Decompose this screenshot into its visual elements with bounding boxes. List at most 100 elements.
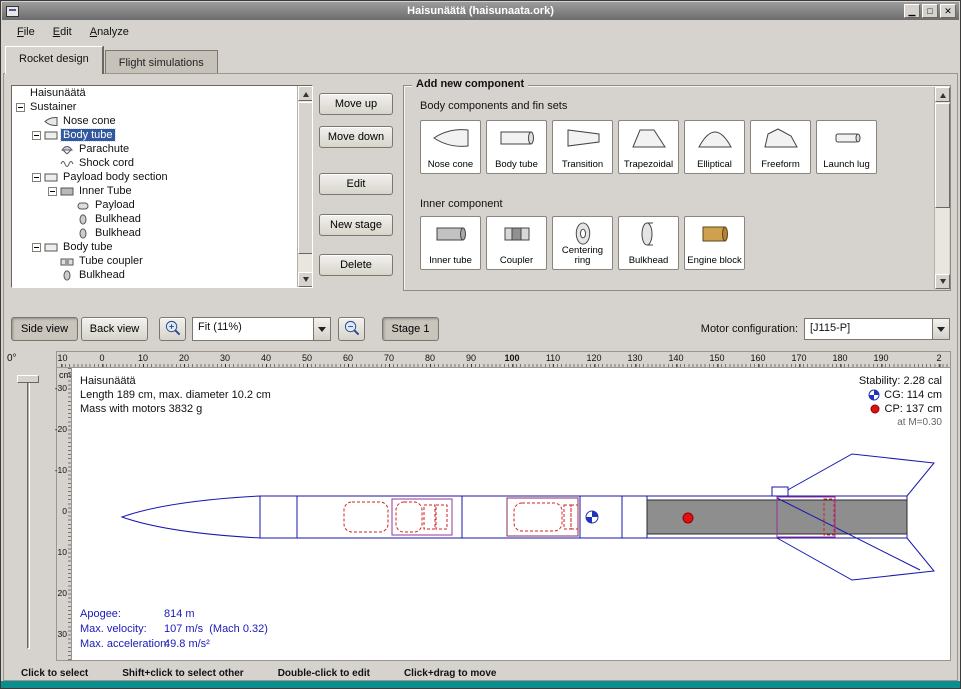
- move-down-button[interactable]: Move down: [319, 126, 393, 148]
- add-coupler-button[interactable]: Coupler: [486, 216, 547, 270]
- tree-scrollbar[interactable]: [297, 86, 312, 287]
- collapse-toggle-icon[interactable]: [16, 103, 25, 112]
- cg-value: CG: 114 cm: [884, 388, 942, 402]
- tree-node-bulkhead[interactable]: Bulkhead: [12, 212, 312, 226]
- add-launch-lug-button[interactable]: Launch lug: [816, 120, 877, 174]
- menu-analyze[interactable]: Analyze: [81, 22, 138, 42]
- scroll-up-icon[interactable]: [298, 86, 313, 101]
- zoom-out-button[interactable]: [338, 317, 365, 341]
- delete-button[interactable]: Delete: [319, 254, 393, 276]
- tree-node-rocket[interactable]: Haisunäätä: [12, 86, 312, 100]
- add-trapezoidal-fin-button[interactable]: Trapezoidal: [618, 120, 679, 174]
- rocket-mass: Mass with motors 3832 g: [80, 402, 271, 416]
- shock-cord-icon: [60, 158, 74, 169]
- tree-node-body-tube-2[interactable]: Body tube: [12, 240, 312, 254]
- edit-button[interactable]: Edit: [319, 173, 393, 195]
- tree-node-payload-body-section[interactable]: Payload body section: [12, 170, 312, 184]
- motor-configuration-label: Motor configuration:: [701, 323, 798, 335]
- hint-click-drag: Click+drag to move: [404, 668, 497, 679]
- add-engine-block-button[interactable]: Engine block: [684, 216, 745, 270]
- freeform-fin-icon: [761, 125, 801, 151]
- payload-icon: [76, 200, 90, 211]
- inner-component-label: Inner component: [420, 198, 503, 210]
- scroll-thumb[interactable]: [298, 102, 313, 254]
- rotation-slider-track[interactable]: [27, 375, 30, 649]
- stability-value: Stability: 2.28 cal: [859, 374, 942, 388]
- body-components-label: Body components and fin sets: [420, 100, 567, 112]
- add-nose-cone-button[interactable]: Nose cone: [420, 120, 481, 174]
- stage1-toggle[interactable]: Stage 1: [382, 317, 439, 341]
- minimize-button[interactable]: ▁: [904, 4, 920, 18]
- add-body-tube-button[interactable]: Body tube: [486, 120, 547, 174]
- tree-node-payload[interactable]: Payload: [12, 198, 312, 212]
- collapse-toggle-icon[interactable]: [32, 173, 41, 182]
- menu-file[interactable]: File: [8, 22, 44, 42]
- add-freeform-fin-button[interactable]: Freeform: [750, 120, 811, 174]
- menu-edit[interactable]: Edit: [44, 22, 81, 42]
- add-elliptical-fin-button[interactable]: Elliptical: [684, 120, 745, 174]
- add-bulkhead-button[interactable]: Bulkhead: [618, 216, 679, 270]
- apogee-value: 814 m: [164, 607, 195, 622]
- collapse-toggle-icon[interactable]: [48, 187, 57, 196]
- zoom-in-button[interactable]: [159, 317, 186, 341]
- component-panel-scrollbar[interactable]: [934, 87, 949, 289]
- close-button[interactable]: ✕: [940, 4, 956, 18]
- tree-node-nose-cone[interactable]: Nose cone: [12, 114, 312, 128]
- move-up-button[interactable]: Move up: [319, 93, 393, 115]
- rotation-slider-handle[interactable]: [17, 375, 39, 383]
- rocket-canvas[interactable]: Haisunäätä Length 189 cm, max. diameter …: [72, 368, 950, 660]
- zoom-level-select[interactable]: Fit (11%): [192, 317, 331, 341]
- window-title: Haisunäätä (haisunaata.ork): [407, 5, 554, 17]
- tree-node-inner-tube[interactable]: Inner Tube: [12, 184, 312, 198]
- chevron-down-icon[interactable]: [932, 319, 949, 339]
- add-inner-tube-button[interactable]: Inner tube: [420, 216, 481, 270]
- add-centering-ring-button[interactable]: Centering ring: [552, 216, 613, 270]
- tab-flight-simulations[interactable]: Flight simulations: [105, 50, 218, 74]
- tree-node-tube-coupler[interactable]: Tube coupler: [12, 254, 312, 268]
- add-new-component-group: Add new component Body components and fi…: [403, 85, 951, 291]
- rocket-name: Haisunäätä: [80, 374, 271, 388]
- tree-node-shock-cord[interactable]: Shock cord: [12, 156, 312, 170]
- engine-block-icon: [695, 221, 735, 247]
- chevron-down-icon[interactable]: [313, 318, 330, 340]
- flight-stats: Apogee:814 m Max. velocity:107 m/s (Mach…: [80, 607, 340, 652]
- component-tree[interactable]: Haisunäätä Sustainer Nose cone Body tube…: [11, 85, 313, 288]
- max-acceleration-label: Max. acceleration:: [80, 638, 169, 650]
- view-toolbar: Side view Back view Fit (11%) Stage 1 Mo…: [1, 317, 960, 343]
- add-transition-button[interactable]: Transition: [552, 120, 613, 174]
- title-bar: Haisunäätä (haisunaata.ork) ▁ □ ✕: [2, 2, 959, 20]
- zoom-in-icon: [164, 319, 181, 336]
- parachute-icon: [60, 144, 74, 155]
- side-view-toggle[interactable]: Side view: [11, 317, 78, 341]
- tree-node-bulkhead[interactable]: Bulkhead: [12, 226, 312, 240]
- app-window: Haisunäätä (haisunaata.ork) ▁ □ ✕ File E…: [0, 0, 961, 689]
- maximize-button[interactable]: □: [922, 4, 938, 18]
- cg-marker: [586, 511, 598, 523]
- desktop-background: [1, 681, 960, 688]
- scroll-down-icon[interactable]: [298, 272, 313, 287]
- rotation-angle-label: 0°: [7, 353, 17, 364]
- hint-shift-click: Shift+click to select other: [122, 668, 243, 679]
- max-velocity-value: 107 m/s (Mach 0.32): [164, 622, 268, 637]
- vertical-ruler: cm -30 -20 -10 0 10 20 30: [57, 368, 72, 660]
- tab-rocket-design[interactable]: Rocket design: [5, 46, 103, 74]
- menu-bar: File Edit Analyze: [2, 20, 959, 43]
- tree-node-parachute[interactable]: Parachute: [12, 142, 312, 156]
- scroll-down-icon[interactable]: [935, 274, 950, 289]
- motor-configuration-select[interactable]: [J115-P]: [804, 318, 950, 340]
- inner-tube-icon: [60, 186, 74, 197]
- collapse-toggle-icon[interactable]: [32, 243, 41, 252]
- coupler-icon: [497, 221, 537, 247]
- scroll-thumb[interactable]: [935, 103, 950, 208]
- back-view-toggle[interactable]: Back view: [81, 317, 148, 341]
- tree-node-bulkhead-3[interactable]: Bulkhead: [12, 268, 312, 282]
- cp-icon: [869, 403, 881, 415]
- tree-node-sustainer[interactable]: Sustainer: [12, 100, 312, 114]
- bulkhead-icon: [76, 214, 90, 225]
- scroll-up-icon[interactable]: [935, 87, 950, 102]
- collapse-toggle-icon[interactable]: [32, 131, 41, 140]
- figure-panel: -10 0 10 20 30 40 50 60 70 80 90 100 110…: [56, 351, 951, 661]
- new-stage-button[interactable]: New stage: [319, 214, 393, 236]
- cg-icon: [868, 389, 880, 401]
- tree-node-body-tube-selected[interactable]: Body tube: [12, 128, 312, 142]
